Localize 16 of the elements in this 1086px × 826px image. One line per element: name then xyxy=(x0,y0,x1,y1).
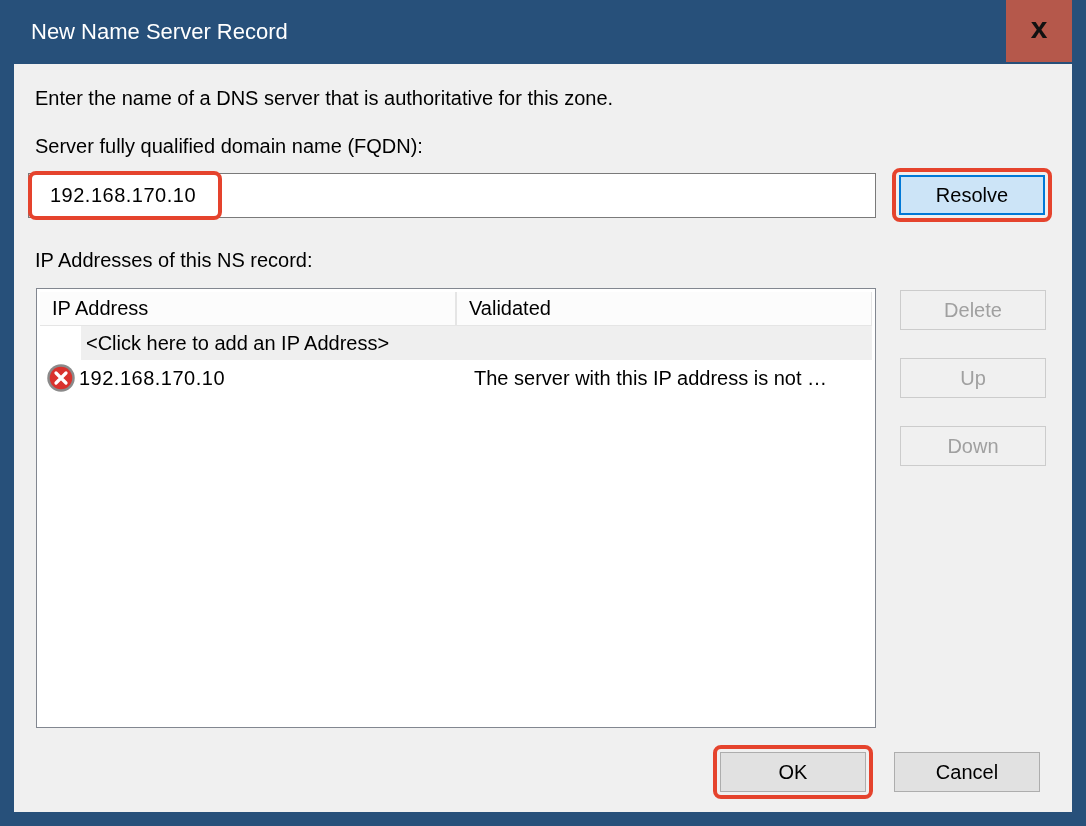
column-header[interactable]: IP Address xyxy=(40,292,457,326)
resolve-button[interactable]: Resolve xyxy=(899,175,1045,215)
cancel-button[interactable]: Cancel xyxy=(894,752,1040,792)
table-cell: 192.168.170.10 xyxy=(79,366,226,390)
field-label: Server fully qualified domain name (FQDN): xyxy=(35,134,424,158)
add-ip-address-text[interactable]: <Click here to add an IP Address> xyxy=(81,331,390,355)
column-header[interactable]: Validated xyxy=(457,292,872,326)
list-label: IP Addresses of this NS record: xyxy=(35,248,314,272)
add-ip-row[interactable]: <Click here to add an IP Address> xyxy=(81,326,872,360)
close-button[interactable]: x xyxy=(1006,0,1072,62)
ok-button[interactable]: OK xyxy=(720,752,866,792)
table-cell: The server with this IP address is not … xyxy=(474,366,828,390)
instruction-text: Enter the name of a DNS server that is authoritative for this zone. xyxy=(35,86,615,110)
window-title: New Name Server Record xyxy=(31,19,288,45)
error-icon xyxy=(46,363,76,393)
fqdn-input-field[interactable]: 192.168.170.10 xyxy=(28,172,876,218)
